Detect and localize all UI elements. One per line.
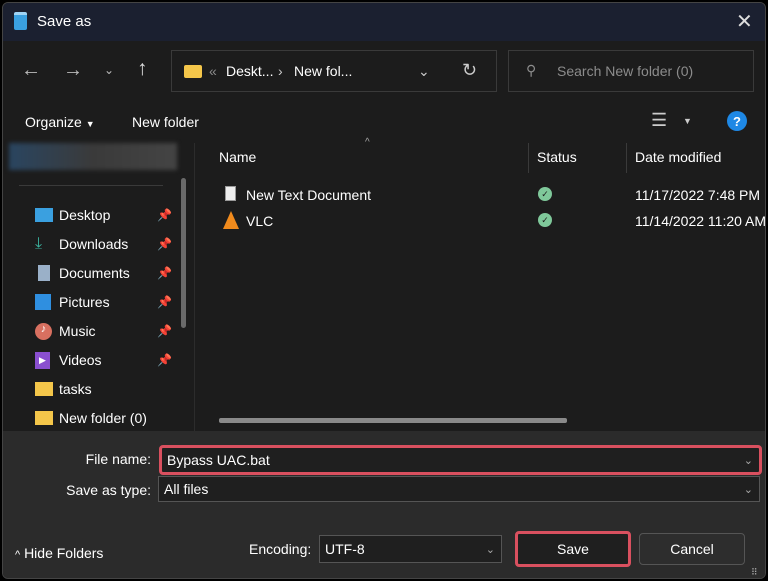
sidebar-label: tasks [59, 381, 92, 397]
help-button[interactable]: ? [727, 111, 747, 131]
forward-arrow-icon[interactable]: → [63, 59, 83, 82]
save-as-type-select[interactable]: All files ⌄ [158, 476, 760, 502]
music-icon: ♪ [35, 322, 52, 340]
file-row[interactable]: New Text Document ✓ 11/17/2022 7:48 PM [218, 183, 765, 207]
pane-divider [194, 143, 195, 433]
breadcrumb-new-folder[interactable]: New fol... [294, 63, 352, 79]
breadcrumb-desktop[interactable]: Deskt... [226, 63, 273, 79]
title-bar: Save as ✕ [3, 3, 765, 41]
horizontal-scrollbar[interactable] [219, 418, 567, 423]
view-dropdown-icon[interactable]: ▼ [683, 116, 692, 126]
pin-icon[interactable]: 📌 [157, 208, 172, 222]
pin-icon[interactable]: 📌 [157, 237, 172, 251]
documents-icon [38, 265, 50, 281]
file-name-value: Bypass UAC.bat [167, 452, 270, 468]
sidebar-item-pictures[interactable]: Pictures [35, 290, 175, 314]
sidebar-item-videos[interactable]: ▶ Videos [35, 348, 175, 372]
recent-locations-chevron-icon[interactable]: ⌄ [104, 63, 114, 77]
chevron-down-icon[interactable]: ⌄ [744, 454, 753, 467]
download-icon: ⤓ [35, 235, 43, 252]
hide-folders-label: Hide Folders [24, 545, 104, 561]
folder-icon [184, 65, 202, 78]
file-name: New Text Document [246, 187, 372, 203]
encoding-label: Encoding: [249, 541, 312, 557]
chevron-down-icon[interactable]: ⌄ [744, 483, 753, 496]
dialog-title: Save as [37, 13, 92, 30]
sidebar-item-downloads[interactable]: ⤓ Downloads [35, 232, 175, 256]
sidebar-label: Videos [59, 352, 102, 368]
close-icon[interactable]: ✕ [736, 9, 753, 34]
search-input[interactable]: Search New folder (0) [557, 63, 693, 79]
file-date: 11/14/2022 11:20 AM [635, 213, 766, 229]
file-name-input[interactable]: Bypass UAC.bat ⌄ [159, 445, 762, 475]
sidebar-label: Pictures [59, 294, 110, 310]
save-as-type-label: Save as type: [66, 482, 151, 498]
column-header-date[interactable]: Date modified [635, 149, 721, 165]
file-name: VLC [246, 213, 274, 229]
save-options-panel: File name: Bypass UAC.bat ⌄ Save as type:… [3, 431, 765, 578]
hide-folders-button[interactable]: ^ Hide Folders [15, 545, 103, 561]
synced-check-icon: ✓ [538, 187, 552, 201]
pin-icon[interactable]: 📌 [157, 324, 172, 338]
breadcrumb-overflow[interactable]: « [209, 63, 217, 79]
chevron-up-icon: ^ [15, 549, 21, 561]
pictures-icon [35, 294, 51, 310]
file-name-label: File name: [85, 451, 151, 467]
new-folder-button[interactable]: New folder [132, 114, 199, 130]
save-button[interactable]: Save [515, 531, 631, 567]
address-bar[interactable]: « Deskt... › New fol... ⌄ ↻ [171, 50, 497, 92]
sidebar-item-music[interactable]: ♪ Music [35, 319, 175, 343]
address-dropdown-icon[interactable]: ⌄ [418, 63, 430, 80]
synced-check-icon: ✓ [538, 213, 552, 227]
sidebar-label: Music [59, 323, 96, 339]
text-file-icon [225, 186, 236, 201]
cancel-button[interactable]: Cancel [639, 533, 745, 565]
vlc-cone-icon [223, 211, 239, 229]
column-divider[interactable] [528, 143, 529, 173]
breadcrumb-separator-icon: › [278, 63, 283, 79]
pin-icon[interactable]: 📌 [157, 353, 172, 367]
refresh-icon[interactable]: ↻ [462, 60, 477, 81]
sidebar-item-desktop[interactable]: Desktop [35, 203, 175, 227]
sidebar-label: New folder (0) [59, 410, 147, 426]
pin-icon[interactable]: 📌 [157, 295, 172, 309]
pin-icon[interactable]: 📌 [157, 266, 172, 280]
caret-down-icon: ▼ [85, 119, 95, 129]
search-box[interactable]: ⚲ Search New folder (0) [508, 50, 754, 92]
folder-icon [35, 411, 53, 425]
column-header-name[interactable]: Name [219, 149, 256, 165]
folder-icon [35, 382, 53, 396]
column-divider[interactable] [626, 143, 627, 173]
chevron-down-icon[interactable]: ⌄ [486, 543, 495, 556]
encoding-select[interactable]: UTF-8 ⌄ [319, 535, 502, 563]
encoding-value: UTF-8 [325, 541, 365, 557]
organize-menu[interactable]: Organize ▼ [25, 114, 95, 130]
up-arrow-icon[interactable]: ↑ [137, 57, 148, 81]
sidebar-item-tasks[interactable]: tasks [35, 377, 175, 401]
back-arrow-icon[interactable]: ← [21, 59, 41, 82]
sidebar-item-new-folder[interactable]: New folder (0) [35, 406, 175, 430]
notepad-icon [14, 12, 27, 30]
sidebar-label: Desktop [59, 207, 111, 223]
sort-ascending-icon: ^ [365, 137, 370, 148]
blurred-account-item [9, 143, 177, 170]
file-date: 11/17/2022 7:48 PM [635, 187, 761, 203]
sidebar-scrollbar[interactable] [181, 178, 186, 328]
organize-label: Organize [25, 114, 82, 130]
view-options-icon[interactable]: ☰ [651, 110, 667, 131]
file-row[interactable]: VLC ✓ 11/14/2022 11:20 AM [218, 209, 766, 233]
sidebar-item-documents[interactable]: Documents [35, 261, 175, 285]
save-as-type-value: All files [164, 481, 209, 497]
sidebar-label: Downloads [59, 236, 129, 252]
sidebar-divider [19, 185, 163, 186]
resize-grip-icon[interactable]: ⠿ [751, 567, 758, 578]
column-header-status[interactable]: Status [537, 149, 577, 165]
sidebar-label: Documents [59, 265, 130, 281]
desktop-icon [35, 208, 53, 222]
search-icon: ⚲ [526, 62, 537, 78]
save-as-dialog: Save as ✕ ← → ⌄ ↑ « Deskt... › New fol..… [2, 2, 766, 579]
videos-icon: ▶ [35, 351, 50, 369]
